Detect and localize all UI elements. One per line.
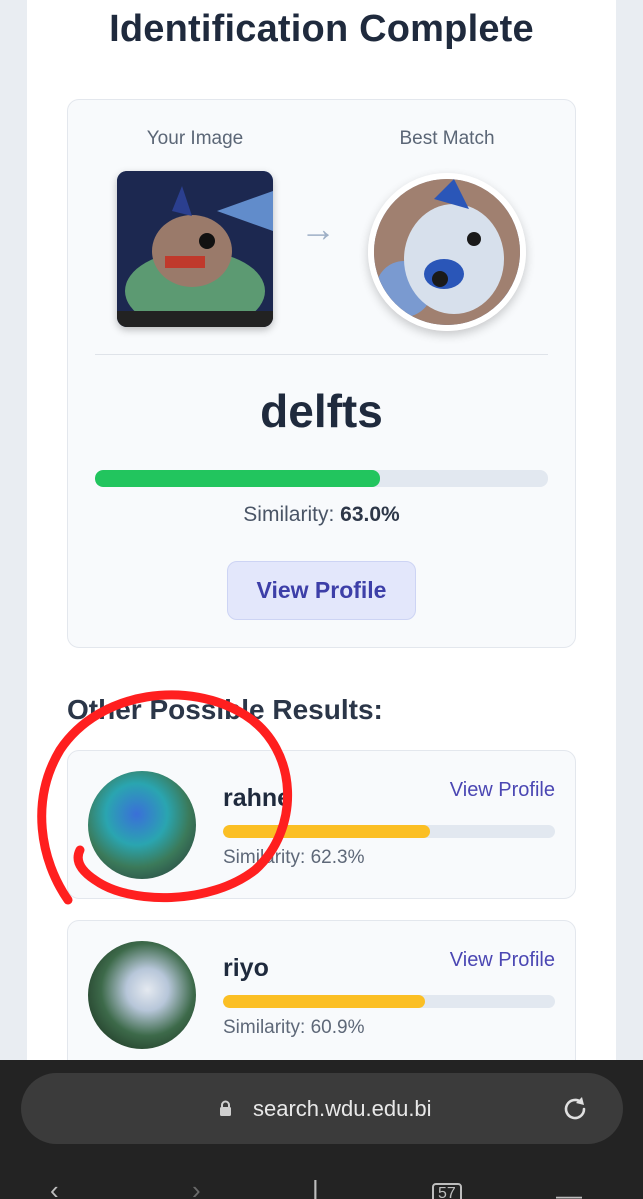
back-icon[interactable]: ‹: [50, 1175, 59, 1199]
result-similarity: Similarity: 60.9%: [223, 1017, 365, 1038]
result-avatar: [88, 771, 196, 879]
your-image-label: Your Image: [146, 128, 244, 149]
arrow-right-icon: →: [300, 208, 336, 249]
similarity-label: Similarity:: [243, 503, 335, 526]
result-similarity-bar: [223, 825, 555, 838]
best-match-similarity-bar: [95, 470, 548, 487]
best-match-similarity-fill: [95, 470, 381, 487]
result-name: riyo: [223, 954, 269, 982]
url-text[interactable]: search.wdu.edu.bi: [253, 1096, 432, 1122]
result-similarity: Similarity: 62.3%: [223, 847, 365, 868]
other-results-heading: Other Possible Results:: [67, 694, 383, 725]
lock-icon: [220, 1100, 231, 1116]
reload-icon[interactable]: [560, 1094, 590, 1124]
result-similarity-fill: [223, 995, 426, 1008]
home-icon[interactable]: |: [312, 1175, 319, 1199]
best-match-label: Best Match: [399, 128, 495, 149]
tabs-button[interactable]: 57: [432, 1183, 462, 1199]
best-match-similarity: Similarity: 63.0%: [67, 503, 576, 527]
result-card[interactable]: rahne View Profile Similarity: 62.3%: [67, 750, 576, 899]
page-title: Identification Complete: [109, 8, 534, 50]
view-profile-button[interactable]: View Profile: [227, 561, 416, 620]
divider: [95, 354, 548, 355]
result-similarity-bar: [223, 995, 555, 1008]
result-similarity-fill: [223, 825, 430, 838]
similarity-value: 63.0%: [340, 503, 400, 526]
result-view-profile-link[interactable]: View Profile: [450, 779, 555, 802]
result-view-profile-link[interactable]: View Profile: [450, 949, 555, 972]
uploaded-image-thumbnail: [117, 171, 273, 327]
best-match-avatar: [368, 173, 526, 331]
menu-icon[interactable]: —: [556, 1180, 582, 1199]
result-card[interactable]: riyo View Profile Similarity: 60.9%: [67, 920, 576, 1080]
forward-icon[interactable]: ›: [192, 1175, 201, 1199]
result-name: rahne: [223, 784, 292, 812]
best-match-name: delfts: [260, 385, 383, 437]
result-avatar: [88, 941, 196, 1049]
